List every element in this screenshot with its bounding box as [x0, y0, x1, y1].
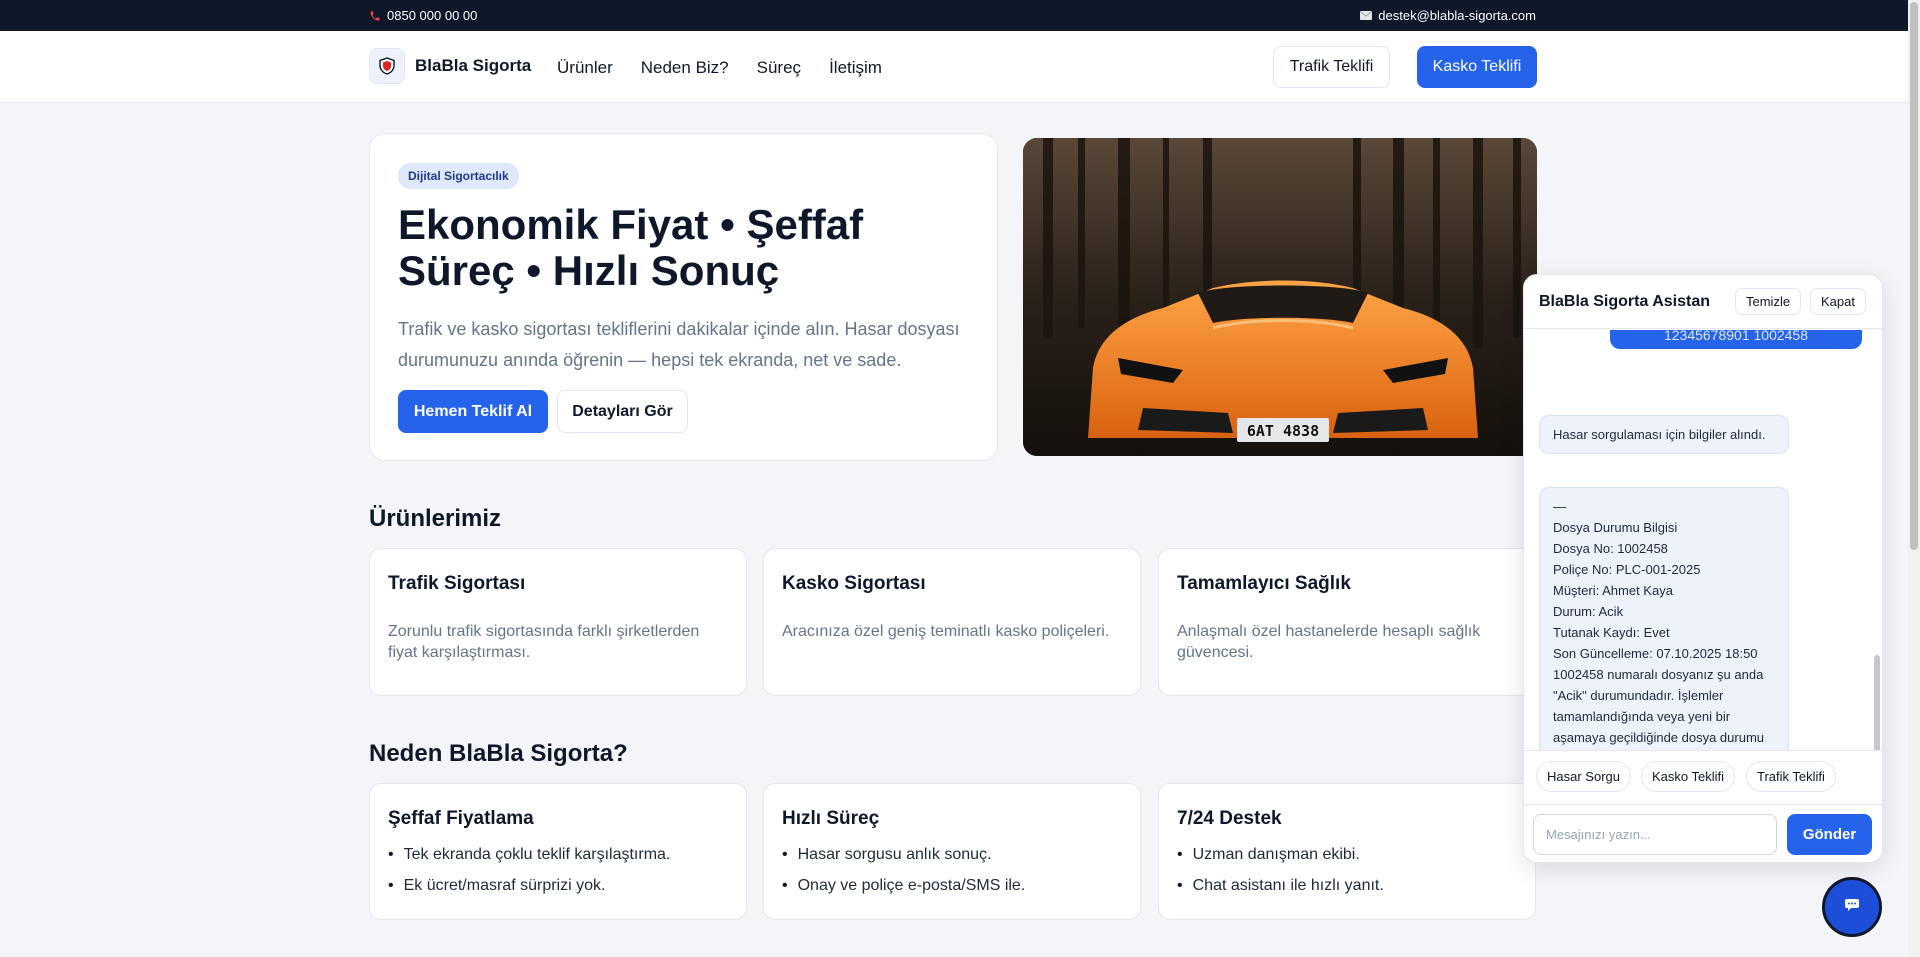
brand-name: BlaBla Sigorta	[415, 56, 532, 75]
license-plate: 6AT 4838	[1247, 422, 1319, 440]
hero-title: Ekonomik Fiyat • Şeffaf Süreç • Hızlı So…	[398, 201, 864, 294]
chat-toggle-button[interactable]	[1822, 877, 1882, 937]
why-card-fast: Hızlı Süreç Hasar sorgusu anlık sonuç. O…	[763, 783, 1141, 920]
list-item: Tek ekranda çoklu teklif karşılaştırma.	[388, 846, 671, 877]
chat-messages[interactable]: 12345678901 1002458 Hasar sorgulaması iç…	[1524, 330, 1882, 750]
get-quote-button[interactable]: Hemen Teklif Al	[398, 390, 548, 433]
quick-reply-claim[interactable]: Hasar Sorgu	[1536, 761, 1631, 792]
shield-icon	[369, 48, 405, 84]
product-card-kasko[interactable]: Kasko Sigortası Aracınıza özel geniş tem…	[763, 548, 1141, 696]
top-contact-bar: 0850 000 00 00 destek@blabla-sigorta.com	[0, 0, 1908, 31]
why-card-list: Uzman danışman ekibi. Chat asistanı ile …	[1177, 846, 1384, 908]
details-button[interactable]: Detayları Gör	[557, 390, 688, 433]
product-title: Kasko Sigortası	[782, 573, 926, 594]
chat-clear-button[interactable]: Temizle	[1735, 288, 1802, 315]
products-title: Ürünlerimiz	[369, 505, 502, 532]
why-title: Neden BlaBla Sigorta?	[369, 740, 628, 767]
list-item: Hasar sorgusu anlık sonuç.	[782, 846, 1025, 877]
brand-logo[interactable]: BlaBla Sigorta	[369, 48, 531, 84]
nav-process[interactable]: Süreç	[757, 58, 801, 78]
why-card-title: Hızlı Süreç	[782, 808, 880, 829]
send-button[interactable]: Gönder	[1787, 814, 1872, 855]
page-scrollbar[interactable]	[1908, 0, 1920, 957]
why-card-list: Hasar sorgusu anlık sonuç. Onay ve poliç…	[782, 846, 1026, 908]
why-card-transparent: Şeffaf Fiyatlama Tek ekranda çoklu tekli…	[369, 783, 747, 920]
nav-why-us[interactable]: Neden Biz?	[641, 58, 729, 78]
product-card-traffic[interactable]: Trafik Sigortası Zorunlu trafik sigortas…	[369, 548, 747, 696]
why-card-title: Şeffaf Fiyatlama	[388, 808, 534, 829]
page-scrollbar-thumb[interactable]	[1910, 2, 1918, 550]
traffic-quote-button[interactable]: Trafik Teklifi	[1273, 46, 1390, 88]
list-item: Chat asistanı ile hızlı yanıt.	[1177, 877, 1384, 908]
chat-widget: BlaBla Sigorta Asistan Temizle Kapat 123…	[1523, 274, 1883, 863]
list-item: Onay ve poliçe e-posta/SMS ile.	[782, 877, 1026, 908]
quick-reply-traffic[interactable]: Trafik Teklifi	[1746, 761, 1836, 792]
nav-products[interactable]: Ürünler	[557, 58, 613, 78]
phone-number: 0850 000 00 00	[387, 8, 478, 23]
why-card-title: 7/24 Destek	[1177, 808, 1282, 829]
user-message: 12345678901 1002458	[1610, 330, 1862, 349]
list-item: Uzman danışman ekibi.	[1177, 846, 1384, 877]
quick-replies: Hasar Sorgu Kasko Teklifi Trafik Teklifi	[1524, 750, 1882, 805]
chat-header: BlaBla Sigorta Asistan Temizle Kapat	[1524, 275, 1882, 329]
product-title: Tamamlayıcı Sağlık	[1177, 573, 1351, 594]
phone-icon	[369, 10, 381, 22]
chat-title: BlaBla Sigorta Asistan	[1539, 293, 1711, 310]
why-card-list: Tek ekranda çoklu teklif karşılaştırma. …	[388, 846, 671, 908]
mail-icon	[1360, 11, 1373, 20]
why-card-support: 7/24 Destek Uzman danışman ekibi. Chat a…	[1158, 783, 1536, 920]
chat-message-input[interactable]	[1533, 814, 1777, 855]
hero-card: Dijital Sigortacılık Ekonomik Fiyat • Şe…	[369, 133, 998, 461]
kasko-quote-button[interactable]: Kasko Teklifi	[1417, 46, 1537, 88]
hero-badge: Dijital Sigortacılık	[398, 163, 519, 189]
product-description: Zorunlu trafik sigortasında farklı şirke…	[388, 623, 700, 661]
hero-description: Trafik ve kasko sigortası tekliflerini d…	[398, 319, 960, 370]
hero-car-image: 6AT 4838	[1023, 138, 1537, 456]
bot-message: Hasar sorgulaması için bilgiler alındı.	[1539, 415, 1789, 454]
product-description: Anlaşmalı özel hastanelerde hesaplı sağl…	[1177, 623, 1481, 661]
chat-bubble-icon	[1844, 898, 1860, 917]
phone-contact[interactable]: 0850 000 00 00	[369, 8, 477, 23]
nav-contact[interactable]: İletişim	[829, 58, 882, 78]
quick-reply-kasko[interactable]: Kasko Teklifi	[1641, 761, 1736, 792]
main-nav: Ürünler Neden Biz? Süreç İletişim	[557, 58, 882, 78]
bot-message: — Dosya Durumu Bilgisi Dosya No: 1002458…	[1539, 487, 1789, 750]
list-item: Ek ücret/masraf sürprizi yok.	[388, 877, 670, 908]
product-description: Aracınıza özel geniş teminatlı kasko pol…	[782, 623, 1110, 640]
email-contact[interactable]: destek@blabla-sigorta.com	[1360, 8, 1536, 23]
product-title: Trafik Sigortası	[388, 573, 526, 594]
product-card-health[interactable]: Tamamlayıcı Sağlık Anlaşmalı özel hastan…	[1158, 548, 1536, 696]
chat-scrollbar[interactable]	[1874, 655, 1880, 750]
main-header: BlaBla Sigorta Ürünler Neden Biz? Süreç …	[0, 31, 1908, 103]
email-address: destek@blabla-sigorta.com	[1378, 8, 1536, 23]
chat-close-button[interactable]: Kapat	[1810, 288, 1866, 315]
